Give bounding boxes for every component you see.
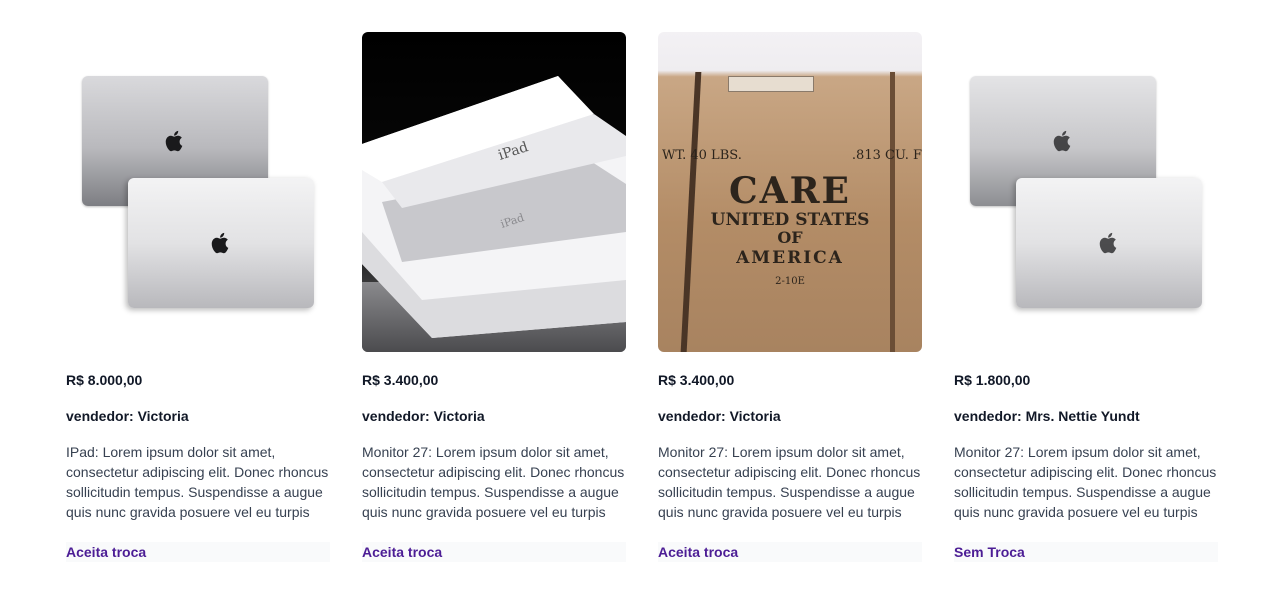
product-description: Monitor 27: Lorem ipsum dolor sit amet, … [658,444,921,520]
care-text: CARE [729,170,851,212]
product-description: Monitor 27: Lorem ipsum dolor sit amet, … [362,444,625,520]
trade-status-link[interactable]: Sem Troca [954,542,1218,562]
volume-text: .813 CU. F [851,148,922,163]
product-seller: vendedor: Victoria [658,408,781,424]
product-description: Monitor 27: Lorem ipsum dolor sit amet, … [954,444,1217,520]
product-description: IPad: Lorem ipsum dolor sit amet, consec… [66,444,329,520]
product-image-laptops[interactable] [954,32,1218,352]
product-card[interactable]: R$ 1.800,00 vendedor: Mrs. Nettie Yundt … [954,32,1218,562]
product-seller: vendedor: Victoria [66,408,189,424]
trade-status-link[interactable]: Aceita troca [362,542,626,562]
america-text: AMERICA [736,248,844,268]
ipad-box-illustration: iPad iPad [362,76,626,338]
laptop-front-image [128,178,314,308]
product-seller: vendedor: Mrs. Nettie Yundt [954,408,1140,424]
code-text: 2-10E [775,276,805,287]
product-card[interactable]: R$ 8.000,00 vendedor: Victoria IPad: Lor… [66,32,330,562]
united-states-text: UNITED STATES [710,210,870,230]
trade-status-link[interactable]: Aceita troca [66,542,330,562]
apple-logo-icon [1053,129,1073,153]
product-grid: R$ 8.000,00 vendedor: Victoria IPad: Lor… [66,32,1218,562]
of-text: OF [777,228,803,247]
product-price: R$ 1.800,00 [954,372,1031,388]
product-seller: vendedor: Victoria [362,408,485,424]
apple-logo-icon [211,231,231,255]
product-card[interactable]: WT. 40 LBS. .813 CU. F CARE UNITED STATE… [658,32,922,562]
apple-logo-icon [165,129,185,153]
product-price: R$ 3.400,00 [362,372,439,388]
product-image-care-package[interactable]: WT. 40 LBS. .813 CU. F CARE UNITED STATE… [658,32,922,352]
product-card[interactable]: iPad iPad R$ 3.400,00 vendedor: Victoria… [362,32,626,562]
label-paper [728,76,814,92]
trade-status-link[interactable]: Aceita troca [658,542,922,562]
product-image-ipad-box[interactable]: iPad iPad [362,32,626,352]
product-price: R$ 8.000,00 [66,372,143,388]
product-image-laptops[interactable] [66,32,330,352]
apple-logo-icon [1099,231,1119,255]
product-price: R$ 3.400,00 [658,372,735,388]
weight-text: WT. 40 LBS. [662,148,742,163]
laptop-front-image [1016,178,1202,308]
